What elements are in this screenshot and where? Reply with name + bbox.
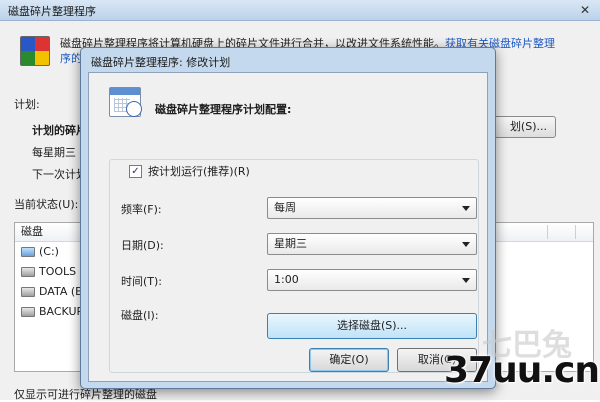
system-drive-icon — [21, 247, 35, 257]
frequency-label: 频率(F): — [121, 203, 162, 216]
dialog-title: 磁盘碎片整理程序: 修改计划 — [91, 56, 231, 69]
day-label: 日期(D): — [121, 239, 164, 252]
time-select[interactable]: 1:00 — [267, 269, 477, 291]
drive-icon — [21, 267, 35, 277]
frequency-select[interactable]: 每周 — [267, 197, 477, 219]
scheduled-defrag-label: 计划的碎片 — [32, 124, 87, 137]
schedule-label: 计划: — [14, 98, 40, 111]
help-link-continued[interactable]: 序的 — [60, 52, 82, 65]
main-title-bar[interactable]: 磁盘碎片整理程序 ✕ — [0, 0, 600, 21]
day-value: 星期三 — [274, 237, 307, 250]
modify-schedule-dialog: 磁盘碎片整理程序: 修改计划 磁盘碎片整理程序计划配置: ✓ 按计划运行(推荐)… — [80, 47, 496, 389]
main-window-title: 磁盘碎片整理程序 — [8, 5, 96, 18]
disk-name: (C:) — [39, 245, 59, 258]
drive-icon — [21, 307, 35, 317]
calendar-clock-icon — [109, 87, 142, 117]
site-watermark: 37uu.cn — [444, 350, 600, 391]
select-disks-button[interactable]: 选择磁盘(S)... — [267, 313, 477, 339]
column-separator — [575, 225, 576, 239]
disks-label: 磁盘(I): — [121, 309, 159, 322]
disk-name: BACKUP — [39, 305, 84, 318]
schedule-group-box — [109, 159, 479, 373]
defrag-app-icon — [20, 36, 50, 66]
day-select[interactable]: 星期三 — [267, 233, 477, 255]
dialog-heading: 磁盘碎片整理程序计划配置: — [155, 103, 292, 116]
ok-button[interactable]: 确定(O) — [309, 348, 389, 372]
column-separator — [547, 225, 548, 239]
disk-name: DATA (E: — [39, 285, 86, 298]
time-value: 1:00 — [274, 273, 299, 286]
next-run-label: 下一次计划 — [32, 168, 87, 181]
dialog-body: 磁盘碎片整理程序计划配置: ✓ 按计划运行(推荐)(R) 频率(F): 每周 日… — [88, 72, 488, 382]
current-status-label: 当前状态(U): — [14, 198, 79, 211]
checkbox-check-icon[interactable]: ✓ — [129, 164, 142, 178]
close-icon[interactable]: ✕ — [576, 3, 594, 17]
dialog-title-bar[interactable]: 磁盘碎片整理程序: 修改计划 — [81, 48, 495, 72]
run-on-schedule-label: 按计划运行(推荐)(R) — [148, 165, 250, 178]
schedule-weekday: 每星期三 — [32, 146, 76, 159]
chevron-down-icon — [462, 206, 470, 211]
frequency-value: 每周 — [274, 201, 296, 214]
chevron-down-icon — [462, 278, 470, 283]
disk-column-header[interactable]: 磁盘 — [21, 225, 43, 238]
drive-icon — [21, 287, 35, 297]
run-on-schedule-checkbox[interactable]: ✓ 按计划运行(推荐)(R) — [129, 163, 254, 179]
chevron-down-icon — [462, 242, 470, 247]
time-label: 时间(T): — [121, 275, 163, 288]
